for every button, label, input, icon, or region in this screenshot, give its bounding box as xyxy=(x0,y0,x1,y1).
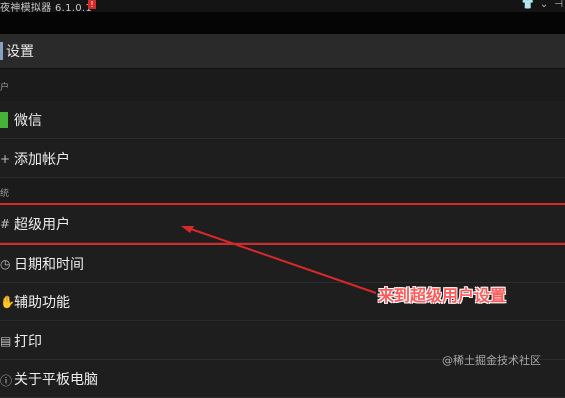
list-item-date-time[interactable]: ◷ 日期和时间 xyxy=(0,245,565,283)
list-item-add-account[interactable]: + 添加帐户 xyxy=(0,140,565,178)
annotation-text: 来到超级用户设置 xyxy=(378,286,507,305)
pin-icon[interactable]: ⊣ xyxy=(554,0,563,10)
list-item-wechat[interactable]: 微信 xyxy=(0,101,565,139)
section-header-system: 统 xyxy=(0,189,10,199)
clock-icon: ◷ xyxy=(0,257,11,271)
action-bar: 设置 xyxy=(0,34,565,69)
chevron-down-icon[interactable]: ⌄ xyxy=(540,0,548,10)
titlebar-icons: 👕 ⌄ ⊣ xyxy=(515,0,563,10)
list-item-label: 添加帐户 xyxy=(14,152,70,168)
info-icon: ⓘ xyxy=(0,374,13,388)
wechat-icon xyxy=(0,112,8,128)
list-item-label: 打印 xyxy=(14,334,42,350)
window-titlebar: 夜神模拟器 6.1.0.1 ! 👕 ⌄ ⊣ xyxy=(0,0,565,14)
list-item-label: 微信 xyxy=(14,113,42,129)
list-item-superuser[interactable]: # 超级用户 xyxy=(0,205,565,243)
back-button[interactable] xyxy=(0,42,3,60)
page-title: 设置 xyxy=(6,44,34,60)
status-bar xyxy=(0,12,565,34)
update-badge[interactable]: ! xyxy=(88,0,96,9)
list-item-label: 超级用户 xyxy=(14,217,70,233)
accessibility-icon: ✋ xyxy=(0,295,15,309)
highlight-top-line xyxy=(0,203,565,205)
list-item-label: 辅助功能 xyxy=(14,295,70,311)
add-icon: + xyxy=(0,152,11,166)
watermark: @稀土掘金技术社区 xyxy=(442,354,541,367)
section-header-accounts: 户 xyxy=(0,83,10,93)
list-item-label: 关于平板电脑 xyxy=(14,372,98,388)
superuser-icon: # xyxy=(0,217,11,231)
list-item-label: 日期和时间 xyxy=(14,257,84,273)
print-icon: ▤ xyxy=(0,334,12,348)
shirt-icon[interactable]: 👕 xyxy=(521,0,533,10)
